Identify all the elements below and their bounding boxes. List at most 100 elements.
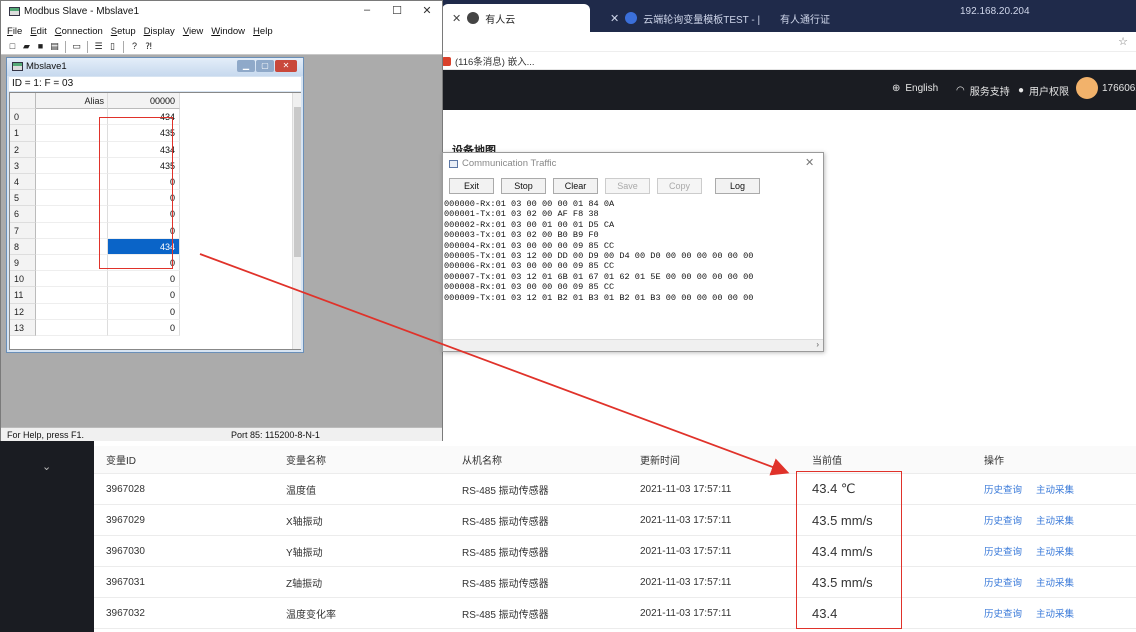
bookmark-star-icon[interactable]: ☆ (1118, 35, 1128, 48)
history-query-link[interactable]: 历史查询 (984, 575, 1022, 589)
menu-edit[interactable]: Edit (30, 26, 46, 37)
actions-cell: 历史查询 主动采集 (984, 536, 1074, 566)
history-query-link[interactable]: 历史查询 (984, 606, 1022, 620)
traffic-titlebar[interactable]: Communication Traffic ✕ (443, 153, 823, 173)
close-button[interactable]: ✕ (415, 4, 439, 17)
clear-button[interactable]: Clear (553, 178, 598, 194)
update-time-cell: 2021-11-03 17:57:11 (640, 545, 732, 557)
alias-cell[interactable] (36, 287, 108, 304)
alias-cell[interactable] (36, 190, 108, 207)
vertical-scrollbar[interactable] (292, 93, 301, 349)
active-collect-link[interactable]: 主动采集 (1036, 544, 1074, 558)
traffic-log-line: 000000-Rx:01 03 00 00 00 01 84 0A (444, 199, 615, 209)
grid-row: 0 434 (10, 109, 292, 126)
menu-help[interactable]: Help (253, 26, 273, 37)
alias-cell[interactable] (36, 109, 108, 126)
bookmark-item[interactable]: (116条消息) 嵌入... (442, 54, 535, 68)
window-title-text: Modbus Slave - Mbslave1 (24, 6, 140, 17)
browser-tab-template[interactable]: ✕ 云端轮询变量模板TEST - | (600, 4, 770, 32)
horizontal-scrollbar[interactable]: › (443, 339, 823, 351)
history-query-link[interactable]: 历史查询 (984, 513, 1022, 527)
context-help-icon[interactable]: ⁈ (143, 41, 154, 52)
print-icon[interactable]: ▤ (49, 41, 60, 52)
column-header-00000[interactable]: 00000 (108, 93, 180, 110)
language-switch[interactable]: ⊕ English (892, 83, 938, 94)
menu-setup[interactable]: Setup (111, 26, 136, 37)
browser-tab-passport[interactable]: 有人通行证 (770, 4, 840, 32)
toolbar: □ ▰ ■ ▤ ▭ ☰ ▯ ? ⁈ (1, 39, 442, 55)
child-maximize-button[interactable]: ▢ (256, 60, 274, 72)
support-link[interactable]: ◠ 服务支持 (956, 83, 1010, 98)
alias-cell[interactable] (36, 319, 108, 336)
close-icon[interactable]: ✕ (805, 156, 814, 169)
browser-tab-youren-cloud[interactable]: ✕ 有人云 (442, 4, 590, 32)
menu-file[interactable]: File (7, 26, 22, 37)
menu-connection[interactable]: Connection (55, 26, 103, 37)
alias-cell[interactable] (36, 303, 108, 320)
window-titlebar[interactable]: Modbus Slave - Mbslave1 – ☐ ✕ (1, 1, 442, 23)
new-file-icon[interactable]: □ (7, 41, 18, 52)
copy-button[interactable]: Copy (657, 178, 702, 194)
save-button[interactable]: Save (605, 178, 650, 194)
child-titlebar[interactable]: Mbslave1 ▁ ▢ ✕ (7, 58, 303, 76)
log-button[interactable]: Log (715, 178, 760, 194)
tab-label: 云端轮询变量模板TEST - | (643, 14, 761, 26)
menu-window[interactable]: Window (211, 26, 245, 37)
open-folder-icon[interactable]: ▰ (21, 41, 32, 52)
grid-row: 60 (10, 206, 292, 223)
alias-cell[interactable] (36, 125, 108, 142)
window-icon[interactable]: ▭ (71, 41, 82, 52)
header-var-id: 变量ID (106, 456, 136, 467)
register-value-cell-selected[interactable]: 434 (108, 238, 180, 255)
register-value-cell[interactable]: 434 (108, 141, 180, 158)
alias-cell[interactable] (36, 255, 108, 272)
menu-view[interactable]: View (183, 26, 203, 37)
register-value-cell[interactable]: 0 (108, 255, 180, 272)
stop-button[interactable]: Stop (501, 178, 546, 194)
help-icon[interactable]: ? (129, 41, 140, 52)
clipboard-icon[interactable]: ▯ (107, 41, 118, 52)
register-value-cell[interactable]: 0 (108, 271, 180, 288)
register-value-cell[interactable]: 434 (108, 109, 180, 126)
register-value-cell[interactable]: 0 (108, 174, 180, 191)
child-minimize-button[interactable]: ▁ (237, 60, 255, 72)
register-value-cell[interactable]: 435 (108, 125, 180, 142)
alias-cell[interactable] (36, 271, 108, 288)
permissions-link[interactable]: ● 用户权限 (1018, 83, 1069, 98)
register-value-cell[interactable]: 0 (108, 303, 180, 320)
alias-cell[interactable] (36, 222, 108, 239)
history-query-link[interactable]: 历史查询 (984, 544, 1022, 558)
user-menu[interactable]: 17660622 (1076, 77, 1136, 99)
traffic-icon[interactable]: ☰ (93, 41, 104, 52)
alias-cell[interactable] (36, 238, 108, 255)
traffic-log-line: 000004-Rx:01 03 00 00 00 09 85 CC (444, 240, 615, 251)
chevron-down-icon[interactable]: ⌄ (42, 460, 51, 473)
menu-display[interactable]: Display (144, 26, 175, 37)
exit-button[interactable]: Exit (449, 178, 494, 194)
active-collect-link[interactable]: 主动采集 (1036, 575, 1074, 589)
tab-close-icon[interactable]: ✕ (452, 12, 461, 25)
active-collect-link[interactable]: 主动采集 (1036, 513, 1074, 527)
scroll-right-icon[interactable]: › (816, 340, 819, 349)
register-value-cell[interactable]: 0 (108, 287, 180, 304)
active-collect-link[interactable]: 主动采集 (1036, 606, 1074, 620)
maximize-button[interactable]: ☐ (385, 4, 409, 17)
register-value-cell[interactable]: 435 (108, 157, 180, 174)
save-icon[interactable]: ■ (35, 41, 46, 52)
avatar[interactable] (1076, 77, 1098, 99)
child-close-button[interactable]: ✕ (275, 60, 297, 72)
register-value-cell[interactable]: 0 (108, 190, 180, 207)
history-query-link[interactable]: 历史查询 (984, 482, 1022, 496)
minimize-button[interactable]: – (355, 4, 379, 16)
alias-cell[interactable] (36, 141, 108, 158)
alias-cell[interactable] (36, 174, 108, 191)
alias-cell[interactable] (36, 157, 108, 174)
register-value-cell[interactable]: 0 (108, 206, 180, 223)
scrollbar-thumb[interactable] (294, 107, 301, 257)
register-value-cell[interactable]: 0 (108, 319, 180, 336)
register-value-cell[interactable]: 0 (108, 222, 180, 239)
var-name-cell: 温度值 (286, 485, 316, 497)
alias-cell[interactable] (36, 206, 108, 223)
tab-close-icon[interactable]: ✕ (610, 12, 619, 25)
active-collect-link[interactable]: 主动采集 (1036, 482, 1074, 496)
